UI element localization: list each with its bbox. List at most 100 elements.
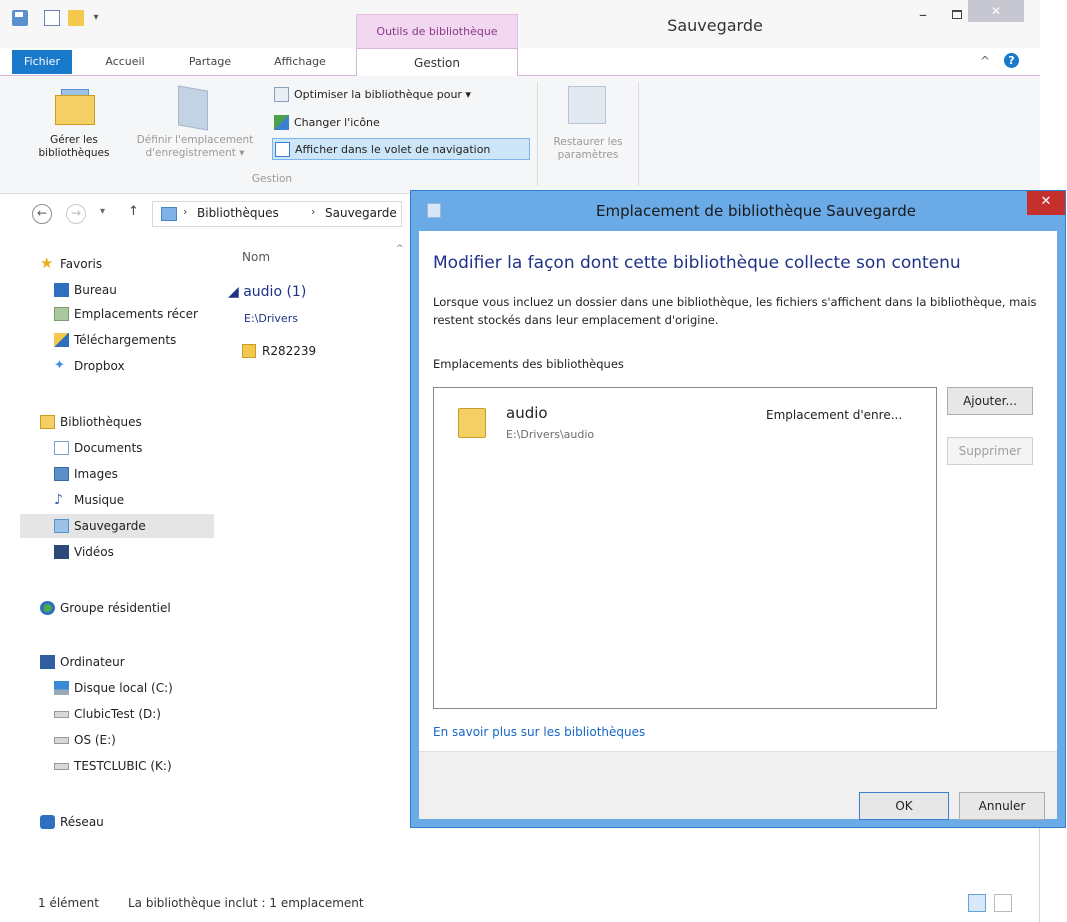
item-count: 1 élément — [38, 896, 99, 910]
show-in-navigation-label: Afficher dans le volet de navigation — [295, 143, 491, 156]
sidebar-item-computer[interactable]: Ordinateur — [40, 650, 200, 674]
navigation-pane: ★ Favoris Bureau Emplacements récer Télé… — [0, 240, 226, 880]
tiles-view-icon[interactable] — [994, 894, 1012, 912]
music-icon: ♪ — [54, 492, 63, 508]
location-status: Emplacement d'enre... — [766, 408, 903, 422]
add-button[interactable]: Ajouter... — [947, 387, 1033, 415]
drive-icon — [54, 711, 69, 718]
contextual-tab-header: Outils de bibliothèque — [356, 14, 518, 48]
ribbon-separator — [638, 82, 639, 186]
library-icon[interactable] — [12, 10, 28, 26]
breadcrumb-separator[interactable]: › — [311, 205, 315, 218]
sidebar-item-recent[interactable]: Emplacements récer — [54, 302, 224, 326]
sidebar-item-libraries[interactable]: Bibliothèques — [40, 410, 200, 434]
navigation-pane-icon — [275, 142, 290, 157]
dialog-body: Modifier la façon dont cette bibliothèqu… — [419, 231, 1057, 820]
sidebar-item-documents[interactable]: Documents — [54, 436, 214, 460]
desktop-icon — [54, 283, 69, 297]
sidebar-item-music[interactable]: ♪ Musique — [54, 488, 214, 512]
images-icon — [54, 467, 69, 481]
library-location-dialog: Emplacement de bibliothèque Sauvegarde ✕… — [410, 190, 1066, 828]
documents-icon — [54, 441, 69, 455]
tab-affichage[interactable]: Affichage — [258, 48, 342, 76]
dialog-title-bar: Emplacement de bibliothèque Sauvegarde ✕ — [411, 191, 1065, 231]
help-icon[interactable]: ? — [1004, 53, 1019, 68]
tab-fichier[interactable]: Fichier — [12, 50, 72, 74]
up-button[interactable]: ↑ — [128, 204, 139, 219]
dialog-description: Lorsque vous incluez un dossier dans une… — [433, 295, 1037, 327]
sidebar-item-dropbox[interactable]: ✦ Dropbox — [54, 354, 214, 378]
sidebar-item-drive-d[interactable]: ClubicTest (D:) — [54, 702, 214, 726]
libraries-icon — [40, 415, 55, 429]
library-info: La bibliothèque inclut : 1 emplacement — [128, 896, 364, 910]
dropbox-icon: ✦ — [54, 358, 65, 373]
restore-settings-icon — [568, 86, 606, 124]
videos-icon — [54, 545, 69, 559]
sort-arrow-icon: ^ — [396, 244, 404, 254]
sidebar-item-network[interactable]: Réseau — [40, 810, 200, 834]
tab-accueil[interactable]: Accueil — [95, 48, 155, 76]
change-icon-icon — [274, 115, 289, 130]
dialog-close-button[interactable]: ✕ — [1027, 191, 1065, 215]
minimize-button[interactable]: – — [910, 6, 936, 26]
optimize-label: Optimiser la bibliothèque pour ▾ — [294, 88, 471, 101]
forward-button[interactable]: → — [66, 204, 86, 224]
change-icon-button[interactable]: Changer l'icône — [272, 112, 524, 134]
drive-icon — [54, 681, 69, 695]
sidebar-item-favorites[interactable]: ★ Favoris — [40, 252, 200, 276]
optimize-library-button[interactable]: Optimiser la bibliothèque pour ▾ — [272, 84, 524, 106]
remove-button[interactable]: Supprimer — [947, 437, 1033, 465]
manage-libraries-button[interactable]: Gérer les bibliothèques — [20, 134, 128, 160]
ribbon: Gérer les bibliothèques Définir l'emplac… — [0, 76, 1040, 194]
save-location-icon — [178, 85, 208, 131]
folder-icon — [458, 408, 486, 438]
breadcrumb-libraries[interactable]: Bibliothèques — [197, 206, 279, 220]
sidebar-item-drive-c[interactable]: Disque local (C:) — [54, 676, 214, 700]
manage-libraries-icon[interactable] — [55, 89, 95, 125]
new-file-icon[interactable] — [44, 10, 60, 26]
ok-button[interactable]: OK — [859, 792, 949, 820]
dialog-heading: Modifier la façon dont cette bibliothèqu… — [433, 253, 961, 273]
maximize-button[interactable] — [944, 6, 970, 26]
sidebar-item-homegroup[interactable]: Groupe résidentiel — [40, 596, 220, 620]
computer-icon — [40, 655, 55, 669]
sidebar-item-videos[interactable]: Vidéos — [54, 540, 214, 564]
recent-locations-icon[interactable]: ▾ — [100, 206, 105, 217]
sidebar-item-drive-e[interactable]: OS (E:) — [54, 728, 214, 752]
maximize-icon — [952, 10, 962, 19]
change-icon-label: Changer l'icône — [294, 116, 380, 129]
sidebar-item-downloads[interactable]: Téléchargements — [54, 328, 214, 352]
breadcrumb-sauvegarde[interactable]: Sauvegarde — [325, 206, 397, 220]
breadcrumb-separator[interactable]: › — [183, 205, 187, 218]
sidebar-item-images[interactable]: Images — [54, 462, 214, 486]
homegroup-icon — [40, 601, 55, 615]
sidebar-item-bureau[interactable]: Bureau — [54, 278, 214, 302]
location-name[interactable]: audio — [506, 404, 548, 422]
column-header-name[interactable]: Nom — [242, 250, 270, 264]
locations-list[interactable]: audio E:\Drivers\audio Emplacement d'enr… — [433, 387, 937, 709]
collapse-ribbon-icon[interactable]: ^ — [980, 54, 990, 68]
new-folder-icon[interactable] — [68, 10, 84, 26]
tab-gestion[interactable]: Gestion — [356, 48, 518, 77]
show-in-navigation-button[interactable]: Afficher dans le volet de navigation — [272, 138, 530, 160]
sidebar-item-drive-k[interactable]: TESTCLUBIC (K:) — [54, 754, 214, 778]
window-title: Sauvegarde — [667, 16, 763, 35]
address-input[interactable]: › Bibliothèques › Sauvegarde — [152, 201, 402, 227]
tab-partage[interactable]: Partage — [176, 48, 244, 76]
close-button[interactable]: ✕ — [968, 0, 1024, 22]
back-button[interactable]: ← — [32, 204, 52, 224]
folder-icon — [242, 344, 256, 358]
title-bar: ▾ Outils de bibliothèque Sauvegarde – ✕ — [0, 0, 1040, 48]
dialog-footer: OK Annuler — [419, 751, 1057, 820]
ribbon-tabs: Fichier Accueil Partage Affichage Gestio… — [0, 48, 1040, 77]
library-icon — [427, 203, 441, 218]
star-icon: ★ — [40, 254, 54, 272]
cancel-button[interactable]: Annuler — [959, 792, 1045, 820]
learn-more-link[interactable]: En savoir plus sur les bibliothèques — [433, 725, 645, 739]
details-view-icon[interactable] — [968, 894, 986, 912]
optimize-icon — [274, 87, 289, 102]
downloads-icon — [54, 333, 69, 347]
quick-access-dropdown-icon[interactable]: ▾ — [90, 10, 102, 26]
group-header[interactable]: ◢ audio (1) — [228, 284, 306, 300]
sidebar-item-sauvegarde[interactable]: Sauvegarde — [20, 514, 214, 538]
